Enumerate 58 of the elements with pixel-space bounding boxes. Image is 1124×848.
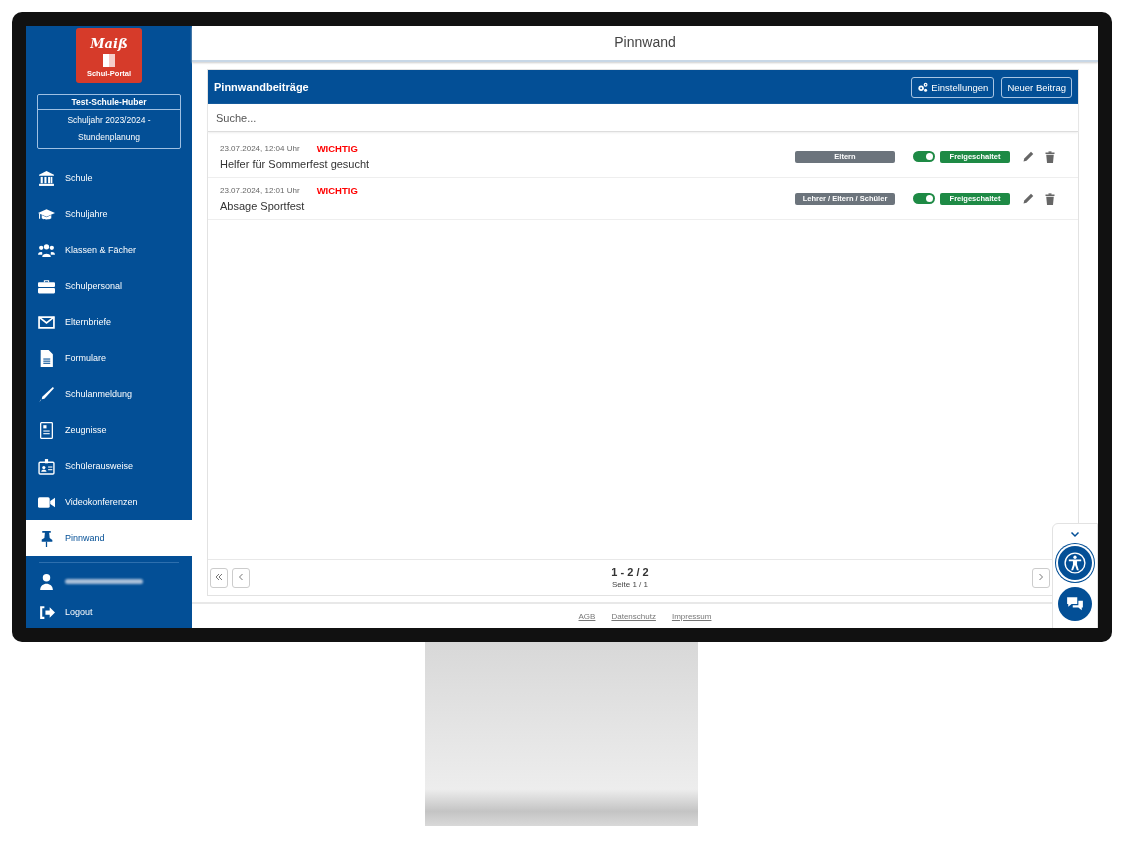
pencil-icon[interactable] xyxy=(1022,150,1034,163)
nav-item[interactable]: Elternbriefe xyxy=(26,304,192,341)
gears-icon xyxy=(917,81,929,93)
result-range: 1 - 2 / 2 xyxy=(610,566,650,578)
id-badge-icon xyxy=(38,457,55,475)
post-date: 23.07.2024, 12:01 Uhr xyxy=(220,186,300,195)
pencil-icon[interactable] xyxy=(1022,192,1034,205)
pen-icon xyxy=(38,385,55,403)
post-date: 23.07.2024, 12:04 Uhr xyxy=(220,144,300,153)
envelope-icon xyxy=(38,313,55,331)
nav-item[interactable]: Zeugnisse xyxy=(26,412,192,449)
priority-label: WICHTIG xyxy=(316,185,358,196)
users-icon xyxy=(38,241,55,259)
priority-label: WICHTIG xyxy=(316,143,358,154)
briefcase-icon xyxy=(38,277,55,295)
accessibility-button[interactable] xyxy=(1058,546,1092,580)
footer-link[interactable]: Impressum xyxy=(671,611,712,621)
nav-item[interactable]: Schule xyxy=(26,160,192,197)
chevron-left-icon xyxy=(237,573,245,581)
page-title: Pinnwand xyxy=(192,26,1098,62)
card-title: Pinnwandbeiträge xyxy=(214,81,309,93)
chat-button[interactable] xyxy=(1058,587,1092,621)
nav-item[interactable]: Schülerausweise xyxy=(26,448,192,485)
logo-wordmark: Maiß xyxy=(90,37,128,51)
nav-item[interactable]: Videokonferenzen xyxy=(26,484,192,521)
search-field[interactable]: Suche... xyxy=(208,104,1078,132)
post-title: Helfer für Sommerfest gesucht xyxy=(220,158,371,170)
nav-item[interactable]: Formulare xyxy=(26,340,192,377)
bank-icon xyxy=(38,169,55,187)
trash-icon[interactable] xyxy=(1044,192,1056,205)
trash-icon[interactable] xyxy=(1044,150,1056,163)
chat-bubbles-icon xyxy=(1066,595,1084,613)
double-chevron-left-icon xyxy=(215,573,223,581)
document-icon xyxy=(38,349,55,367)
first-page-button[interactable] xyxy=(210,567,228,588)
user-icon xyxy=(38,573,55,590)
nav-item[interactable]: Schulanmeldung xyxy=(26,376,192,413)
chevron-down-icon xyxy=(1069,531,1081,539)
publish-toggle[interactable] xyxy=(913,151,935,162)
new-post-button[interactable]: Neuer Beitrag xyxy=(1001,76,1072,98)
publish-toggle[interactable] xyxy=(913,193,935,204)
nav-item[interactable]: Schulpersonal xyxy=(26,268,192,305)
sign-out-icon xyxy=(38,604,55,621)
nav-item[interactable]: Pinnwand xyxy=(26,520,192,557)
post-title: Absage Sportfest xyxy=(220,200,306,212)
chevron-right-icon xyxy=(1037,573,1045,581)
school-year: Schuljahr 2023/2024 - Stundenplanung xyxy=(66,114,152,145)
certificate-icon xyxy=(38,421,55,439)
footer-link[interactable]: Datenschutz xyxy=(611,611,656,621)
settings-button[interactable]: Einstellungen xyxy=(911,76,995,98)
logout-link[interactable]: Logout xyxy=(26,597,192,628)
nav-item[interactable]: Schuljahre xyxy=(26,196,192,233)
school-selector[interactable]: Test-Schule-Huber Schuljahr 2023/2024 - Stundenplanung xyxy=(37,94,181,150)
page-indicator: Seite 1 / 1 xyxy=(611,580,649,589)
school-name: Test-Schule-Huber xyxy=(38,95,180,111)
accessibility-icon xyxy=(1064,552,1086,574)
footer-link[interactable]: AGB xyxy=(578,611,596,621)
nav-item[interactable]: Klassen & Fächer xyxy=(26,232,192,269)
